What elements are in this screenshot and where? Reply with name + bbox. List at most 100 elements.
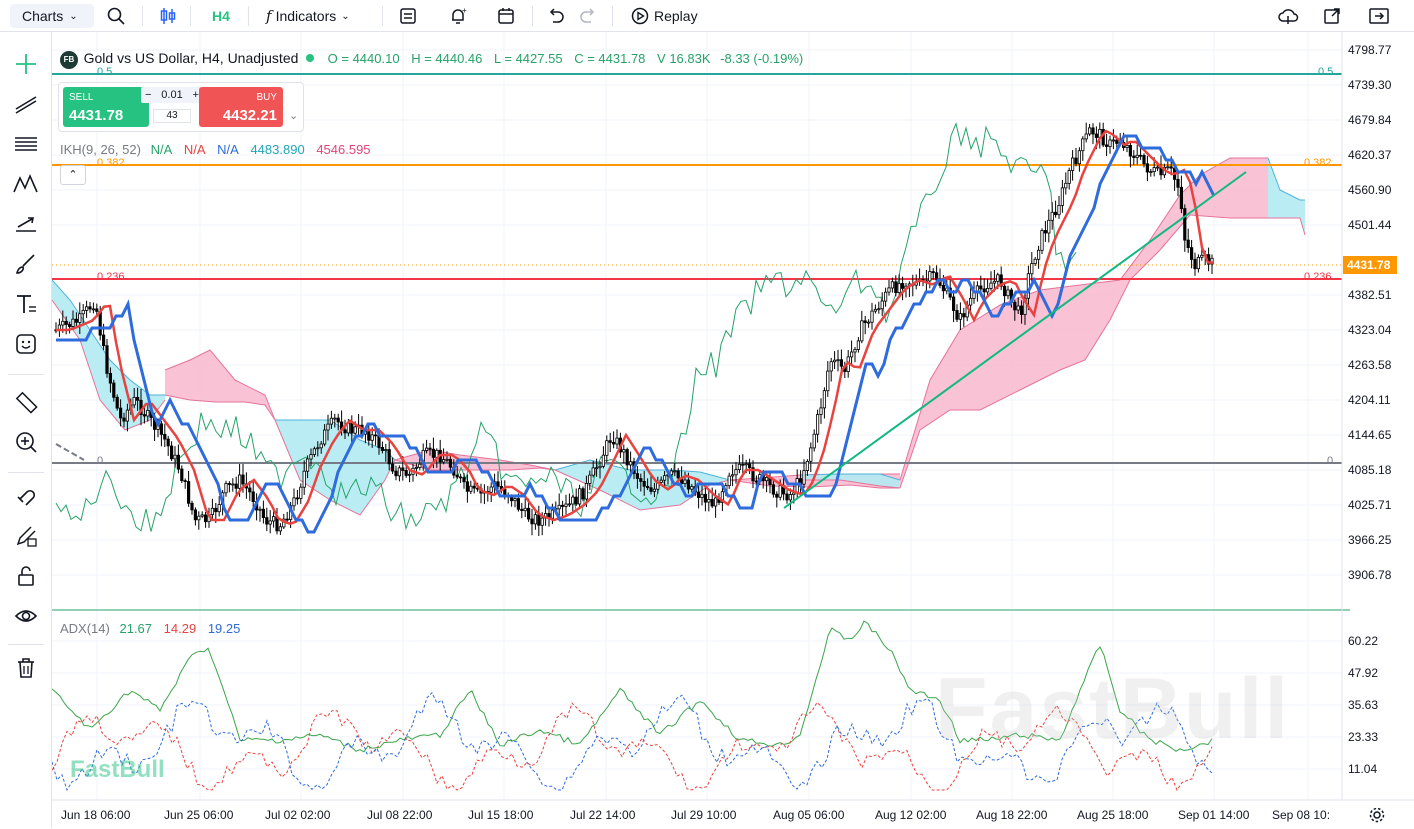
charts-menu-button[interactable]: Charts ⌄ xyxy=(10,4,94,28)
ichimoku-v2: N/A xyxy=(183,142,206,157)
time-tick-label: Jul 29 10:00 xyxy=(671,808,737,822)
candle-body xyxy=(785,493,789,501)
horizontal-lines-icon[interactable] xyxy=(10,128,42,160)
fib-label-0-right: 0 xyxy=(1327,455,1334,467)
candle-body xyxy=(792,492,796,496)
lot-stepper[interactable]: − 0.01 + xyxy=(141,87,203,103)
candle-body xyxy=(74,318,78,323)
candle-body xyxy=(537,514,541,526)
candle-body xyxy=(258,508,262,511)
candle-body xyxy=(122,417,126,422)
redo-icon[interactable] xyxy=(578,4,598,28)
adx-name[interactable]: ADX(14) xyxy=(60,621,110,636)
templates-icon[interactable] xyxy=(398,4,418,28)
ichimoku-v1: N/A xyxy=(150,142,173,157)
interval-button[interactable]: H4 xyxy=(212,4,230,28)
candle-body xyxy=(979,285,983,290)
text-tool-icon[interactable] xyxy=(10,288,42,320)
pattern-icon[interactable] xyxy=(10,168,42,200)
replay-button[interactable]: Replay xyxy=(630,4,698,28)
candle-body xyxy=(652,488,657,492)
candle-body xyxy=(1091,127,1095,135)
ichimoku-name[interactable]: IKH(9, 26, 52) xyxy=(60,142,141,157)
snapshot-icon[interactable] xyxy=(1322,4,1342,28)
candle-body xyxy=(873,308,878,312)
symbol-title[interactable]: Gold vs US Dollar, H4, Unadjusted xyxy=(84,50,299,66)
drawing-toolbar xyxy=(0,32,52,828)
candle-body xyxy=(227,483,231,485)
lot-size[interactable]: 0.01 xyxy=(161,89,182,101)
candle-body xyxy=(166,438,170,447)
magnet-icon[interactable] xyxy=(10,480,42,512)
unlock-icon[interactable] xyxy=(10,560,42,592)
eye-icon[interactable] xyxy=(10,600,42,632)
candle-body xyxy=(816,414,820,435)
price-tick-label: 4739.30 xyxy=(1348,78,1392,92)
candle-body xyxy=(598,465,602,469)
candle-body xyxy=(901,283,905,289)
cloud-sync-icon[interactable] xyxy=(1277,4,1299,28)
candle-body xyxy=(707,498,711,503)
candle-body xyxy=(445,458,449,461)
price-tick-label: 3966.25 xyxy=(1348,533,1392,547)
candle-body xyxy=(615,437,619,445)
projection-icon[interactable] xyxy=(10,208,42,240)
candle-body xyxy=(424,447,429,451)
fullscreen-exit-icon[interactable] xyxy=(1368,4,1390,28)
sell-button[interactable]: SELL 4431.78 xyxy=(63,87,149,127)
trend-line-icon[interactable] xyxy=(10,88,42,120)
candle-body xyxy=(61,320,65,326)
lock-drawings-icon[interactable] xyxy=(10,520,42,552)
candle-body xyxy=(584,482,589,500)
settings-gear-icon[interactable] xyxy=(1368,806,1386,824)
chevron-down-icon[interactable]: ⌄ xyxy=(289,109,298,122)
replay-label: Replay xyxy=(654,8,698,24)
adx-value: 21.67 xyxy=(119,621,153,636)
candle-body xyxy=(771,484,776,495)
candle-body xyxy=(322,429,327,445)
candle-body xyxy=(350,422,354,434)
brush-icon[interactable] xyxy=(10,248,42,280)
candle-body xyxy=(567,503,572,506)
candle-body xyxy=(88,306,92,310)
collapse-legend-button[interactable]: ⌃ xyxy=(60,165,86,185)
cloud-segment xyxy=(165,350,275,420)
top-toolbar: Charts ⌄ H4 f Indicators ⌄ + Replay xyxy=(0,0,1414,32)
minus-icon[interactable]: − xyxy=(145,89,151,101)
candle-body xyxy=(169,445,174,460)
buy-button[interactable]: BUY 4432.21 xyxy=(199,87,283,127)
candle-body xyxy=(727,475,731,487)
time-tick-label: Jun 18 06:00 xyxy=(61,808,131,822)
candle-body xyxy=(370,434,374,441)
function-icon: f xyxy=(266,7,272,25)
candle-body xyxy=(890,281,895,289)
candle-body xyxy=(1037,249,1041,260)
candle-body xyxy=(367,431,371,441)
time-tick-label: Aug 25 18:00 xyxy=(1077,808,1149,822)
candle-body xyxy=(1125,144,1129,148)
candle-body xyxy=(132,396,136,406)
calendar-replay-icon[interactable] xyxy=(496,4,516,28)
trend-line-drawing xyxy=(783,171,1247,509)
ruler-icon[interactable] xyxy=(10,386,42,418)
alert-icon[interactable]: + xyxy=(448,4,468,28)
candle-body xyxy=(516,498,521,510)
emoji-icon[interactable] xyxy=(10,328,42,360)
minus-di-value: 14.29 xyxy=(163,621,197,636)
search-icon[interactable] xyxy=(106,4,126,28)
candle-body xyxy=(605,440,609,456)
trash-icon[interactable] xyxy=(10,652,42,684)
indicators-button[interactable]: f Indicators ⌄ xyxy=(266,4,350,28)
undo-icon[interactable] xyxy=(546,4,566,28)
candle-type-icon[interactable] xyxy=(158,4,178,28)
candle-body xyxy=(1139,154,1143,157)
candle-body xyxy=(380,446,385,451)
candle-body xyxy=(775,493,779,498)
crosshair-icon[interactable] xyxy=(10,48,42,80)
candle-body xyxy=(142,414,146,417)
candle-body xyxy=(829,361,833,372)
adx-tick-label: 60.22 xyxy=(1348,634,1379,648)
candle-body xyxy=(469,485,473,492)
zoom-in-icon[interactable] xyxy=(10,426,42,458)
candle-body xyxy=(1084,133,1088,140)
